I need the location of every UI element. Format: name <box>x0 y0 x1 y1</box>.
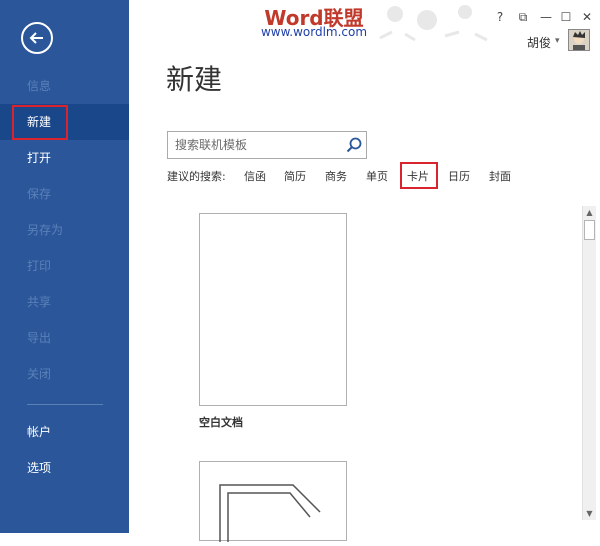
close-button[interactable]: ✕ <box>577 8 597 26</box>
sidebar-item-account[interactable]: 帐户 <box>0 414 129 450</box>
back-arrow-icon <box>29 32 43 44</box>
scroll-up-arrow-icon[interactable]: ▲ <box>583 206 596 219</box>
suggestion-letters[interactable]: 信函 <box>244 168 266 184</box>
user-name[interactable]: 胡俊 <box>527 34 551 51</box>
watermark-url: www.wordlm.com <box>260 25 368 39</box>
sidebar-item-print[interactable]: 打印 <box>0 248 129 284</box>
sidebar-item-save[interactable]: 保存 <box>0 176 129 212</box>
sidebar-item-share[interactable]: 共享 <box>0 284 129 320</box>
suggestion-calendar[interactable]: 日历 <box>448 168 470 184</box>
back-button[interactable] <box>21 22 53 54</box>
suggestion-flyer[interactable]: 单页 <box>366 168 388 184</box>
sidebar-item-open[interactable]: 打开 <box>0 140 129 176</box>
maximize-button[interactable]: ☐ <box>556 8 576 26</box>
title-decoration-pattern <box>379 5 488 42</box>
chevron-down-icon[interactable]: ▾ <box>555 36 560 46</box>
minimize-button[interactable]: — <box>536 8 556 26</box>
sidebar-item-info[interactable]: 信息 <box>0 68 129 104</box>
template-label: 空白文档 <box>199 416 243 429</box>
sidebar-divider <box>27 404 103 405</box>
help-button[interactable]: ? <box>490 8 510 26</box>
suggestion-resume[interactable]: 简历 <box>284 168 306 184</box>
sidebar-item-options[interactable]: 选项 <box>0 450 129 486</box>
sidebar-item-export[interactable]: 导出 <box>0 320 129 356</box>
highlight-box-cards <box>400 162 438 189</box>
ribbon-display-button[interactable]: ⧉ <box>513 8 533 26</box>
backstage-sidebar: 信息 新建 打开 保存 另存为 打印 共享 导出 关闭 帐户 选项 <box>0 0 129 533</box>
sidebar-item-close[interactable]: 关闭 <box>0 356 129 392</box>
suggested-searches-label: 建议的搜索: <box>167 170 226 183</box>
vertical-scrollbar[interactable]: ▲ ▼ <box>582 206 596 520</box>
template-blank-document[interactable] <box>199 213 347 406</box>
scroll-thumb[interactable] <box>584 220 595 240</box>
highlight-box-new <box>12 105 68 140</box>
user-avatar-icon <box>569 30 589 50</box>
template-thumbnail[interactable] <box>199 461 347 542</box>
search-input[interactable] <box>168 132 340 158</box>
search-icon[interactable] <box>345 136 363 154</box>
page-title: 新建 <box>166 63 223 96</box>
scroll-down-arrow-icon[interactable]: ▼ <box>583 507 596 520</box>
suggestion-cover[interactable]: 封面 <box>489 168 511 184</box>
suggestion-business[interactable]: 商务 <box>325 168 347 184</box>
avatar[interactable] <box>568 29 590 51</box>
template-preview-icon <box>219 484 321 542</box>
search-box <box>167 131 367 159</box>
sidebar-item-save-as[interactable]: 另存为 <box>0 212 129 248</box>
